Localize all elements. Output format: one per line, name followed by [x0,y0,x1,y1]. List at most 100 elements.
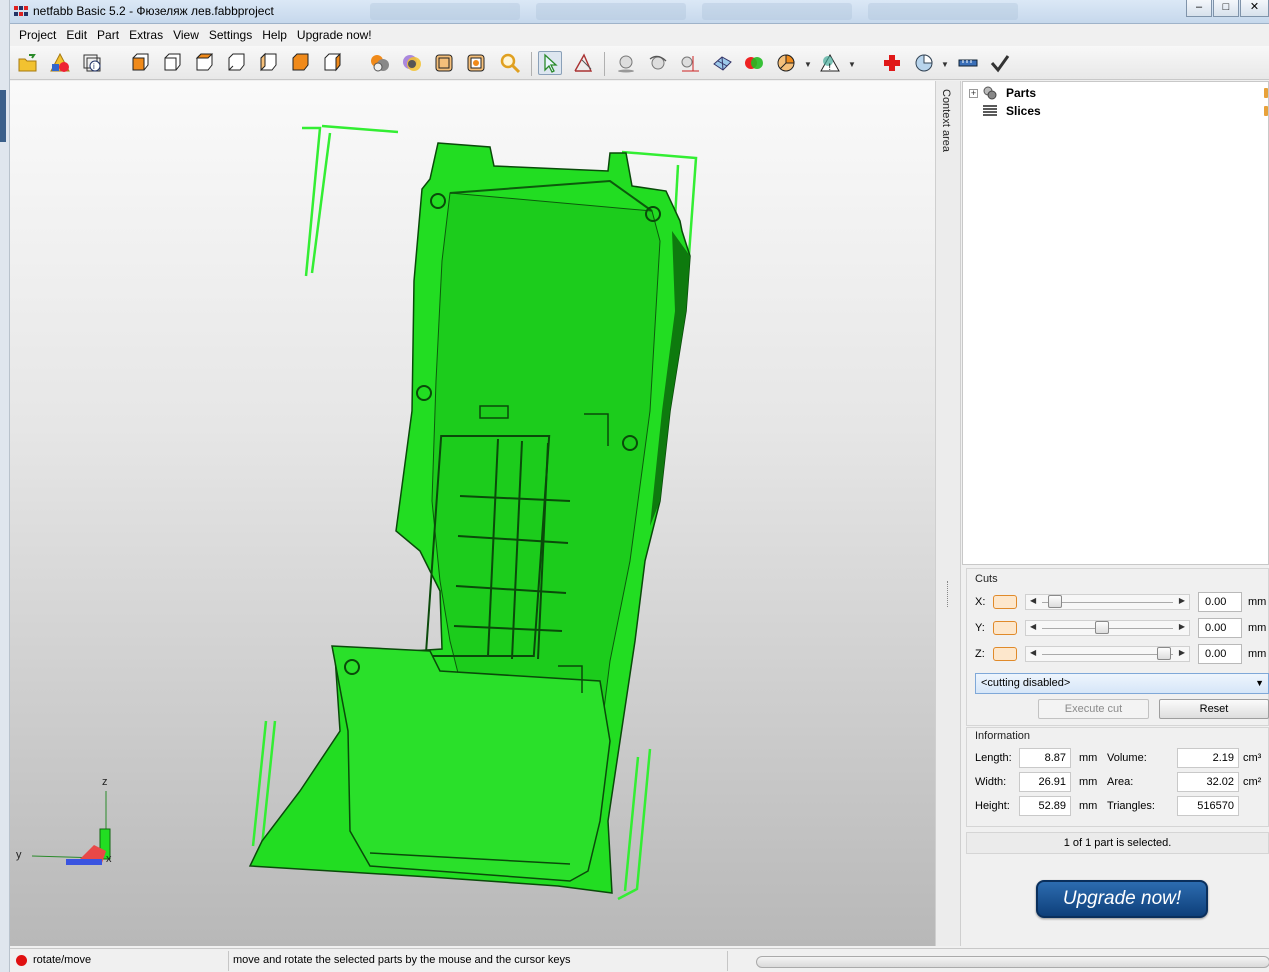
info-row-height: Height: 52.89 mm Triangles: 516570 [975,796,1239,816]
slider-thumb[interactable] [1095,621,1109,634]
menu-part[interactable]: Part [92,25,124,45]
measure-icon[interactable] [571,51,595,75]
repair-cross-icon[interactable] [880,51,904,75]
cutting-mode-select[interactable]: <cutting disabled> ▼ [975,673,1269,694]
app-icon [14,6,28,16]
splitter-grip[interactable] [947,581,949,607]
menu-view[interactable]: View [168,25,204,45]
zoom-icon[interactable] [498,51,522,75]
execute-cut-button[interactable]: Execute cut [1038,699,1149,719]
view-iso-icon[interactable] [320,51,344,75]
background-taskbar [370,3,1018,21]
cut-z-slider[interactable]: ◀ ▶ [1025,646,1190,662]
analysis-menu-arrow-icon[interactable]: ▼ [941,60,949,69]
svg-text:!: ! [829,62,832,72]
cut-x-toggle[interactable] [993,595,1017,609]
context-area-strip[interactable]: Context area [935,81,961,946]
shaded-view-icon[interactable] [368,51,392,75]
expand-icon[interactable]: + [969,88,978,98]
add-part-icon[interactable] [48,51,72,75]
cut-y-toggle[interactable] [993,621,1017,635]
ruler-icon[interactable] [956,51,980,75]
view-front-icon[interactable] [128,51,152,75]
progress-bar [756,956,1269,968]
selection-status: 1 of 1 part is selected. [966,832,1269,854]
tree-item-parts[interactable]: + Parts [969,85,1036,101]
status-separator [228,951,229,971]
cut-z-unit: mm [1248,648,1267,660]
rotate-icon[interactable] [646,51,670,75]
menu-upgrade[interactable]: Upgrade now! [292,25,377,45]
pie-menu-arrow-icon[interactable]: ▼ [804,60,812,69]
slider-thumb[interactable] [1048,595,1062,608]
length-value: 8.87 [1019,748,1071,768]
slider-thumb[interactable] [1157,647,1171,660]
window-title: netfabb Basic 5.2 - Фюзеляж лев.fabbproj… [33,4,274,18]
height-value: 52.89 [1019,796,1071,816]
pie-chart-icon[interactable] [774,51,798,75]
part-info-icon[interactable]: i [80,51,104,75]
maximize-button[interactable]: □ [1213,0,1239,17]
menu-extras[interactable]: Extras [124,25,168,45]
cuts-title: Cuts [975,573,998,585]
view-top-icon[interactable] [256,51,280,75]
mesh-icon[interactable] [710,51,734,75]
menu-project[interactable]: Project [14,25,61,45]
slider-right-arrow-icon[interactable]: ▶ [1179,648,1185,657]
menu-help[interactable]: Help [257,25,292,45]
wireframe-icon[interactable] [432,51,456,75]
analysis-icon[interactable] [912,51,936,75]
reset-button[interactable]: Reset [1159,699,1269,719]
cut-y-row: Y: ◀ ▶ 0.00 mm [975,618,1269,638]
cut-x-slider[interactable]: ◀ ▶ [1025,594,1190,610]
warning-icon[interactable]: ! [818,51,842,75]
volume-label: Volume: [1107,752,1147,764]
cut-z-value[interactable]: 0.00 [1198,644,1242,664]
menu-edit[interactable]: Edit [61,25,92,45]
minimize-button[interactable]: – [1186,0,1212,17]
upgrade-now-button[interactable]: Upgrade now! [1036,880,1208,918]
cut-y-value[interactable]: 0.00 [1198,618,1242,638]
slider-left-arrow-icon[interactable]: ◀ [1030,622,1036,631]
cut-x-value[interactable]: 0.00 [1198,592,1242,612]
slider-right-arrow-icon[interactable]: ▶ [1179,596,1185,605]
scale-icon[interactable] [678,51,702,75]
status-indicator-icon [16,955,27,966]
part-render[interactable] [10,81,935,946]
close-button[interactable]: ✕ [1240,0,1269,17]
status-bar: rotate/move move and rotate the selected… [10,948,1269,972]
part-model[interactable] [248,142,691,894]
triangles-value: 516570 [1177,796,1239,816]
triangles-label: Triangles: [1107,800,1155,812]
tree-item-slices[interactable]: Slices [969,103,1041,119]
slider-left-arrow-icon[interactable]: ◀ [1030,648,1036,657]
slider-track [1042,647,1173,660]
cut-z-toggle[interactable] [993,647,1017,661]
axis-y-label: y [16,849,22,861]
tree-item-label: Slices [1006,104,1041,118]
view-bottom-icon[interactable] [288,51,312,75]
open-folder-icon[interactable] [16,51,40,75]
zoom-all-icon[interactable] [464,51,488,75]
svg-text:i: i [93,62,95,71]
slider-left-arrow-icon[interactable]: ◀ [1030,596,1036,605]
select-pointer-icon[interactable] [538,51,562,75]
view-right-icon[interactable] [224,51,248,75]
view-back-icon[interactable] [160,51,184,75]
screen-edge [0,0,10,972]
chevron-down-icon: ▼ [1255,678,1264,688]
axis-z-label: z [102,776,108,788]
area-label: Area: [1107,776,1134,788]
slider-right-arrow-icon[interactable]: ▶ [1179,622,1185,631]
menu-settings[interactable]: Settings [204,25,257,45]
tree-item-label: Parts [1006,86,1037,100]
warning-menu-arrow-icon[interactable]: ▼ [848,60,856,69]
cut-y-slider[interactable]: ◀ ▶ [1025,620,1190,636]
width-unit: mm [1079,776,1098,788]
view-left-icon[interactable] [192,51,216,75]
sphere-icon[interactable] [614,51,638,75]
boolean-icon[interactable] [742,51,766,75]
3d-viewport[interactable]: z y x [10,81,935,946]
checkmark-icon[interactable] [988,51,1012,75]
color-view-icon[interactable] [400,51,424,75]
